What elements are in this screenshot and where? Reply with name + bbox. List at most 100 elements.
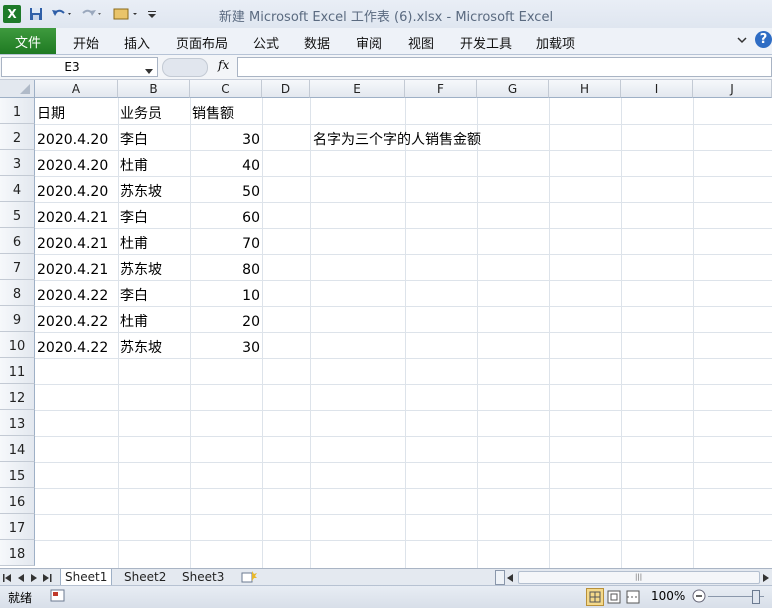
cell-a1[interactable]: 日期 bbox=[37, 101, 65, 127]
row-header-18[interactable]: 18 bbox=[0, 540, 35, 566]
cell-c2[interactable]: 30 bbox=[190, 127, 260, 153]
zoom-slider-thumb[interactable] bbox=[752, 590, 760, 604]
column-header-d[interactable]: D bbox=[262, 80, 310, 98]
horizontal-scrollbar-thumb[interactable]: ||| bbox=[518, 571, 760, 584]
worksheet-grid[interactable]: A B C D E F G H I J 1 2 3 4 5 6 7 8 9 10… bbox=[0, 80, 772, 568]
cell-b3[interactable]: 杜甫 bbox=[120, 153, 148, 179]
tab-addins[interactable]: 加载项 bbox=[536, 33, 575, 52]
sheet-tab-sheet3[interactable]: Sheet3 bbox=[178, 569, 228, 585]
row-header-9[interactable]: 9 bbox=[0, 306, 35, 332]
formula-input[interactable] bbox=[237, 57, 772, 77]
cell-a10[interactable]: 2020.4.22 bbox=[37, 335, 108, 361]
cell-b1[interactable]: 业务员 bbox=[120, 101, 162, 127]
cell-a5[interactable]: 2020.4.21 bbox=[37, 205, 108, 231]
next-sheet-icon[interactable] bbox=[30, 572, 38, 586]
select-all-corner[interactable] bbox=[0, 80, 35, 98]
row-header-3[interactable]: 3 bbox=[0, 150, 35, 176]
macro-record-icon[interactable] bbox=[50, 589, 66, 606]
row-header-8[interactable]: 8 bbox=[0, 280, 35, 306]
column-header-g[interactable]: G bbox=[477, 80, 549, 98]
cell-b2[interactable]: 李白 bbox=[120, 127, 148, 153]
cell-b5[interactable]: 李白 bbox=[120, 205, 148, 231]
row-header-2[interactable]: 2 bbox=[0, 124, 35, 150]
row-header-4[interactable]: 4 bbox=[0, 176, 35, 202]
page-break-view-icon[interactable] bbox=[625, 589, 641, 608]
help-icon[interactable]: ? bbox=[755, 31, 772, 48]
cell-c8[interactable]: 10 bbox=[190, 283, 260, 309]
cell-c6[interactable]: 70 bbox=[190, 231, 260, 257]
name-box-value: E3 bbox=[64, 60, 80, 74]
cell-b8[interactable]: 李白 bbox=[120, 283, 148, 309]
cell-b9[interactable]: 杜甫 bbox=[120, 309, 148, 335]
row-header-17[interactable]: 17 bbox=[0, 514, 35, 540]
prev-sheet-icon[interactable] bbox=[17, 572, 25, 586]
row-header-13[interactable]: 13 bbox=[0, 410, 35, 436]
column-header-f[interactable]: F bbox=[405, 80, 477, 98]
column-header-h[interactable]: H bbox=[549, 80, 621, 98]
cell-c10[interactable]: 30 bbox=[190, 335, 260, 361]
cell-c7[interactable]: 80 bbox=[190, 257, 260, 283]
cell-a2[interactable]: 2020.4.20 bbox=[37, 127, 108, 153]
cell-a8[interactable]: 2020.4.22 bbox=[37, 283, 108, 309]
first-sheet-icon[interactable] bbox=[3, 572, 13, 586]
cell-b4[interactable]: 苏东坡 bbox=[120, 179, 162, 205]
tab-formulas[interactable]: 公式 bbox=[253, 33, 279, 52]
row-header-6[interactable]: 6 bbox=[0, 228, 35, 254]
row-header-14[interactable]: 14 bbox=[0, 436, 35, 462]
cell-c4[interactable]: 50 bbox=[190, 179, 260, 205]
grid-line bbox=[405, 98, 406, 568]
row-header-12[interactable]: 12 bbox=[0, 384, 35, 410]
cell-a7[interactable]: 2020.4.21 bbox=[37, 257, 108, 283]
row-header-16[interactable]: 16 bbox=[0, 488, 35, 514]
cell-c9[interactable]: 20 bbox=[190, 309, 260, 335]
tab-file[interactable]: 文件 bbox=[0, 28, 56, 54]
tab-split-handle[interactable] bbox=[495, 570, 505, 585]
cell-a6[interactable]: 2020.4.21 bbox=[37, 231, 108, 257]
column-header-i[interactable]: I bbox=[621, 80, 693, 98]
tab-data[interactable]: 数据 bbox=[304, 33, 330, 52]
tab-home[interactable]: 开始 bbox=[73, 33, 99, 52]
insert-function-icon[interactable]: fx bbox=[218, 58, 229, 72]
cell-c3[interactable]: 40 bbox=[190, 153, 260, 179]
name-box[interactable]: E3 bbox=[1, 57, 158, 77]
cell-e2[interactable]: 名字为三个字的人销售金额 bbox=[313, 127, 481, 153]
name-box-dropdown-icon[interactable] bbox=[145, 64, 153, 78]
row-header-11[interactable]: 11 bbox=[0, 358, 35, 384]
page-layout-view-icon[interactable] bbox=[606, 589, 622, 608]
cell-a4[interactable]: 2020.4.20 bbox=[37, 179, 108, 205]
scroll-right-icon[interactable] bbox=[762, 572, 770, 586]
tab-review[interactable]: 审阅 bbox=[356, 33, 382, 52]
tab-view[interactable]: 视图 bbox=[408, 33, 434, 52]
column-header-c[interactable]: C bbox=[190, 80, 262, 98]
cell-b10[interactable]: 苏东坡 bbox=[120, 335, 162, 361]
sheet-tab-sheet1[interactable]: Sheet1 bbox=[60, 569, 113, 586]
normal-view-icon[interactable] bbox=[586, 588, 604, 606]
cell-a3[interactable]: 2020.4.20 bbox=[37, 153, 108, 179]
cell-b6[interactable]: 杜甫 bbox=[120, 231, 148, 257]
formula-bar-expand-handle[interactable] bbox=[162, 58, 208, 77]
row-header-5[interactable]: 5 bbox=[0, 202, 35, 228]
grid-line bbox=[35, 462, 772, 463]
column-header-j[interactable]: J bbox=[693, 80, 772, 98]
sheet-tab-sheet2[interactable]: Sheet2 bbox=[120, 569, 170, 585]
cell-c5[interactable]: 60 bbox=[190, 205, 260, 231]
minimize-ribbon-icon[interactable] bbox=[736, 34, 748, 49]
column-header-e[interactable]: E bbox=[310, 80, 405, 98]
scroll-left-icon[interactable] bbox=[506, 572, 514, 586]
row-header-10[interactable]: 10 bbox=[0, 332, 35, 358]
tab-page-layout[interactable]: 页面布局 bbox=[176, 33, 228, 52]
cell-c1[interactable]: 销售额 bbox=[192, 101, 234, 127]
zoom-level[interactable]: 100% bbox=[651, 589, 685, 603]
column-header-b[interactable]: B bbox=[118, 80, 190, 98]
tab-insert[interactable]: 插入 bbox=[124, 33, 150, 52]
cell-a9[interactable]: 2020.4.22 bbox=[37, 309, 108, 335]
zoom-out-icon[interactable] bbox=[692, 589, 706, 606]
row-header-7[interactable]: 7 bbox=[0, 254, 35, 280]
cell-b7[interactable]: 苏东坡 bbox=[120, 257, 162, 283]
row-header-1[interactable]: 1 bbox=[0, 98, 35, 124]
last-sheet-icon[interactable] bbox=[42, 572, 52, 586]
tab-developer[interactable]: 开发工具 bbox=[460, 33, 512, 52]
column-header-a[interactable]: A bbox=[35, 80, 118, 98]
grid-line bbox=[35, 540, 772, 541]
row-header-15[interactable]: 15 bbox=[0, 462, 35, 488]
